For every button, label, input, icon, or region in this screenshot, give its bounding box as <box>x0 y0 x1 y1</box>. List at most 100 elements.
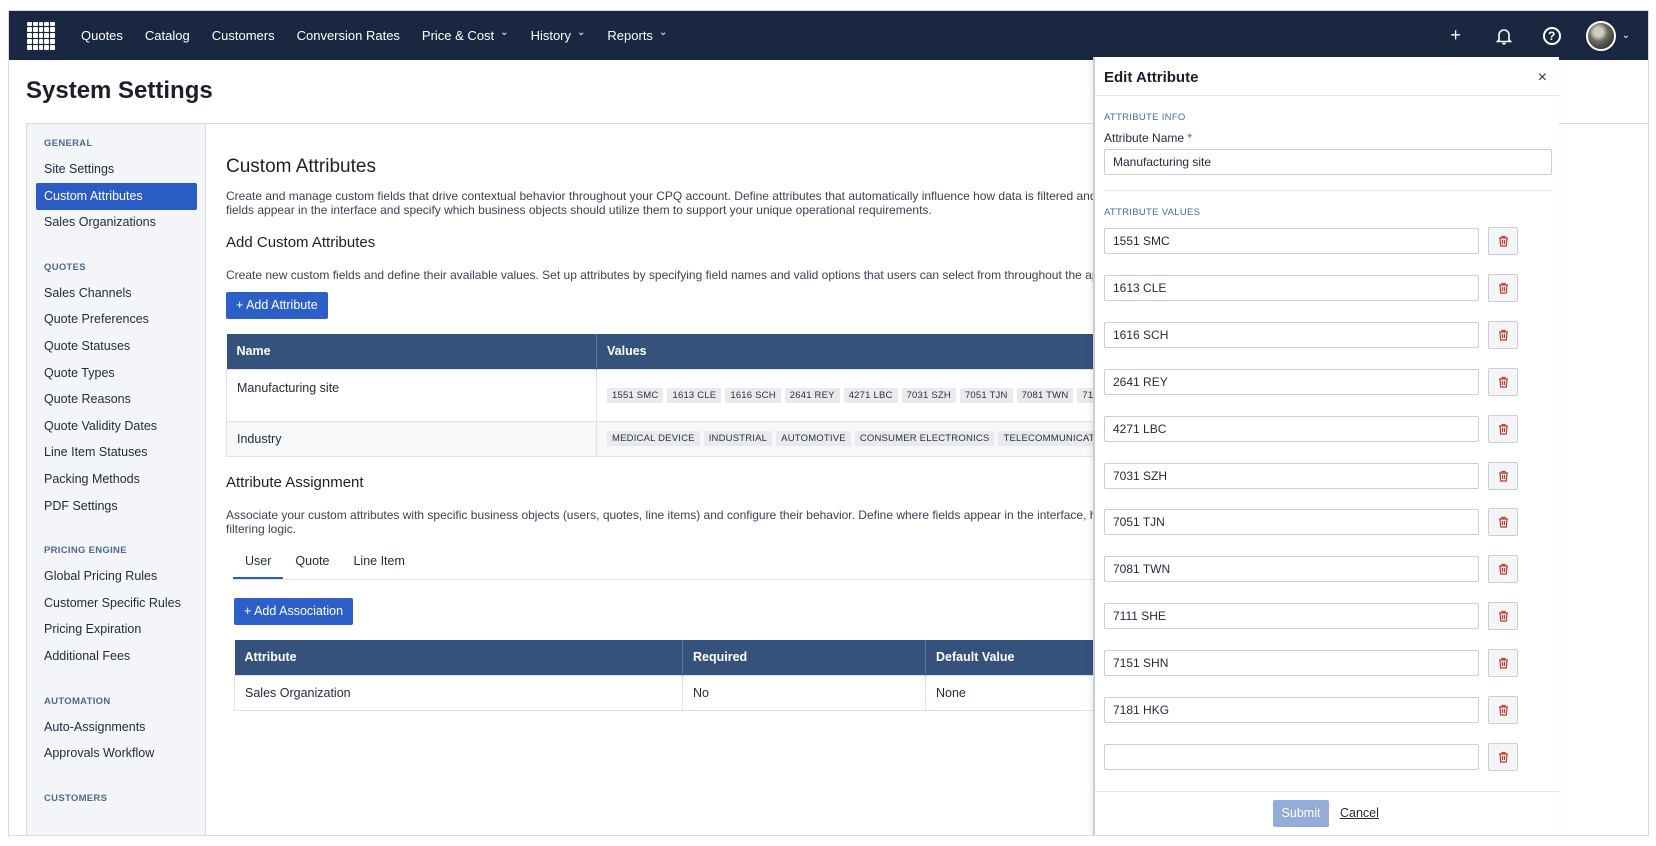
delete-value-button[interactable] <box>1488 320 1518 349</box>
divider <box>1104 190 1552 191</box>
nav-item-label: History <box>530 28 572 43</box>
sidebar-item-quote-validity-dates[interactable]: Quote Validity Dates <box>36 413 197 440</box>
add-association-button[interactable]: + Add Association <box>234 598 354 625</box>
sidebar-item-global-pricing-rules[interactable]: Global Pricing Rules <box>36 563 197 590</box>
value-chip: 1616 SCH <box>725 387 781 403</box>
delete-value-button[interactable] <box>1488 461 1518 490</box>
drawer-title: Edit Attribute <box>1104 69 1199 86</box>
attribute-value-input[interactable] <box>1104 321 1479 348</box>
nav-item-history[interactable]: History ⌄ <box>530 27 586 43</box>
attribute-value-input[interactable] <box>1104 462 1479 489</box>
attribute-value-input[interactable] <box>1104 556 1479 583</box>
nav-item-customers[interactable]: Customers <box>212 28 275 43</box>
sidebar-item-quote-statuses[interactable]: Quote Statuses <box>36 333 197 360</box>
divider <box>1095 95 1559 96</box>
value-chip: 1551 SMC <box>607 387 664 403</box>
column-header-attribute[interactable]: Attribute <box>234 640 683 675</box>
app-window: Quotes Catalog Customers Conversion Rates Pr… <box>8 10 1649 836</box>
value-chip: 1613 CLE <box>667 387 722 403</box>
delete-value-button[interactable] <box>1488 696 1518 724</box>
nav-item-price-cost[interactable]: Price & Cost ⌄ <box>422 27 509 43</box>
nav-item-conversion-rates[interactable]: Conversion Rates <box>297 28 400 43</box>
delete-value-button[interactable] <box>1488 367 1518 396</box>
sidebar-item-pdf-settings[interactable]: PDF Settings <box>36 493 197 520</box>
attribute-name-cell: Industry <box>226 420 597 457</box>
trash-icon <box>1498 329 1509 341</box>
sidebar-item-sales-channels[interactable]: Sales Channels <box>36 280 197 307</box>
close-icon[interactable]: × <box>1538 69 1547 87</box>
tab-line-item[interactable]: Line Item <box>341 546 416 579</box>
sidebar-item-custom-attributes[interactable]: Custom Attributes <box>36 182 197 210</box>
nav-item-label: Quotes <box>81 28 123 43</box>
tab-user[interactable]: User <box>233 546 284 579</box>
sidebar-item-pricing-expiration[interactable]: Pricing Expiration <box>36 616 197 643</box>
tab-quote[interactable]: Quote <box>283 546 341 579</box>
delete-value-button[interactable] <box>1488 508 1518 537</box>
chevron-down-icon[interactable]: ⌄ <box>1622 30 1630 41</box>
sidebar-item-customer-specific-rules[interactable]: Customer Specific Rules <box>36 590 197 617</box>
attribute-value-input[interactable] <box>1104 743 1479 770</box>
attribute-value-input[interactable] <box>1104 697 1479 723</box>
trash-icon <box>1498 751 1509 763</box>
nav-item-catalog[interactable]: Catalog <box>145 28 190 43</box>
sidebar-section-general: GENERAL <box>44 138 93 149</box>
delete-value-button[interactable] <box>1488 602 1518 631</box>
plus-icon[interactable]: + <box>1444 24 1468 48</box>
sidebar-section-pricing-engine: PRICING ENGINE <box>44 545 127 557</box>
sidebar-item-quote-types[interactable]: Quote Types <box>36 360 197 387</box>
bell-icon[interactable] <box>1492 24 1516 48</box>
sidebar-item-site-settings[interactable]: Site Settings <box>36 156 197 183</box>
chevron-down-icon: ⌄ <box>658 27 668 38</box>
sidebar-item-additional-fees[interactable]: Additional Fees <box>36 643 197 670</box>
nav-item-reports[interactable]: Reports ⌄ <box>607 27 668 43</box>
attribute-name-input[interactable] <box>1104 149 1552 175</box>
sidebar-section-automation: AUTOMATION <box>44 695 111 707</box>
chevron-down-icon: ⌄ <box>577 27 586 38</box>
attribute-values-heading: ATTRIBUTE VALUES <box>1104 207 1201 218</box>
delete-value-button[interactable] <box>1488 742 1518 771</box>
sidebar-item-line-item-statuses[interactable]: Line Item Statuses <box>36 439 197 466</box>
value-chip: 7081 TWN <box>1016 387 1074 403</box>
attribute-value-input[interactable] <box>1104 603 1479 630</box>
trash-icon <box>1498 282 1509 294</box>
app-grid-logo-icon[interactable] <box>27 21 55 50</box>
settings-sidebar: GENERAL Site Settings Custom Attributes Sal… <box>27 124 206 835</box>
sidebar-item-packing-methods[interactable]: Packing Methods <box>36 466 197 493</box>
attribute-value-input[interactable] <box>1104 274 1479 301</box>
delete-value-button[interactable] <box>1488 414 1518 443</box>
nav-item-label: Customers <box>211 28 275 43</box>
avatar[interactable] <box>1585 20 1616 51</box>
table-cell: No <box>682 674 926 711</box>
trash-icon <box>1498 657 1509 669</box>
delete-value-button[interactable] <box>1488 649 1518 678</box>
add-attribute-button[interactable]: + Add Attribute <box>226 292 328 319</box>
top-nav: Quotes Catalog Customers Conversion Rates Pr… <box>9 11 1648 60</box>
attribute-value-input[interactable] <box>1104 228 1479 254</box>
submit-button[interactable]: Submit <box>1273 800 1329 827</box>
sidebar-item-quote-reasons[interactable]: Quote Reasons <box>36 386 197 413</box>
delete-value-button[interactable] <box>1488 227 1518 255</box>
trash-icon <box>1498 563 1509 575</box>
assignment-tabs: User Quote Line Item <box>233 546 1233 580</box>
sidebar-item-auto-assignments[interactable]: Auto-Assignments <box>36 714 197 741</box>
attribute-value-input[interactable] <box>1104 415 1479 442</box>
attribute-info-heading: ATTRIBUTE INFO <box>1104 112 1186 123</box>
drawer-footer: Submit Cancel <box>1095 791 1559 835</box>
delete-value-button[interactable] <box>1488 555 1518 584</box>
attribute-value-input[interactable] <box>1104 509 1479 536</box>
nav-item-label: Reports <box>607 28 653 43</box>
column-header-required[interactable]: Required <box>682 640 926 675</box>
value-chip: MEDICAL DEVICE <box>607 431 700 446</box>
label-text: Attribute Name <box>1104 131 1185 145</box>
cancel-button[interactable]: Cancel <box>1340 806 1379 820</box>
delete-value-button[interactable] <box>1488 273 1518 302</box>
sidebar-item-approvals-workflow[interactable]: Approvals Workflow <box>36 740 197 767</box>
table-cell: Sales Organization <box>234 674 683 711</box>
sidebar-item-sales-organizations[interactable]: Sales Organizations <box>36 209 197 236</box>
nav-item-quotes[interactable]: Quotes <box>81 28 123 43</box>
attribute-value-input[interactable] <box>1104 368 1479 395</box>
sidebar-item-quote-preferences[interactable]: Quote Preferences <box>36 306 197 333</box>
help-icon[interactable]: ? <box>1540 24 1564 48</box>
attribute-value-input[interactable] <box>1104 650 1479 677</box>
column-header-name[interactable]: Name <box>226 334 597 369</box>
